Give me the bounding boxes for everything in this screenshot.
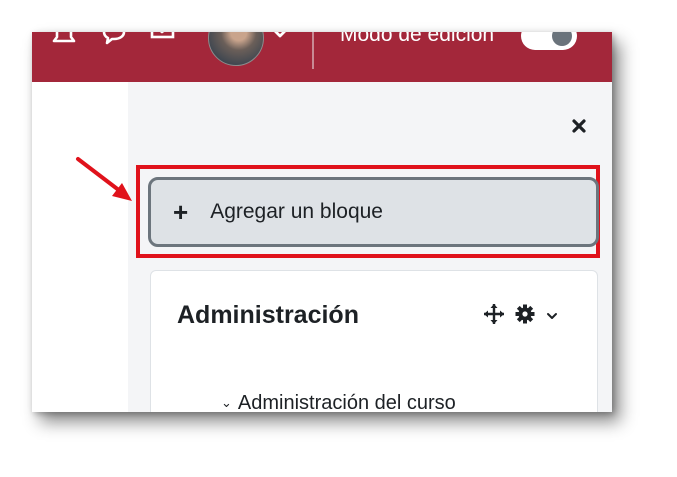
administration-block: Administración ⌄ Administración del curs… bbox=[150, 270, 598, 412]
user-avatar[interactable] bbox=[208, 32, 264, 66]
chat-icon[interactable] bbox=[101, 32, 127, 48]
block-controls bbox=[483, 303, 559, 330]
mail-icon[interactable] bbox=[149, 32, 175, 48]
chevron-down-icon[interactable] bbox=[545, 308, 559, 326]
plus-icon: + bbox=[173, 197, 189, 227]
navbar-divider bbox=[312, 32, 314, 69]
add-block-label: Agregar un bloque bbox=[210, 200, 383, 223]
chevron-down-icon[interactable] bbox=[272, 32, 288, 44]
move-icon[interactable] bbox=[483, 303, 505, 330]
course-admin-label: Administración del curso bbox=[237, 392, 456, 412]
edit-mode-label: Modo de edición bbox=[340, 32, 495, 46]
page-content-area bbox=[32, 82, 128, 412]
screenshot-frame: Modo de edición + Agregar un bloque Admi… bbox=[32, 32, 612, 412]
edit-mode-toggle[interactable] bbox=[521, 32, 577, 50]
add-block-button[interactable]: + Agregar un bloque bbox=[148, 177, 599, 247]
annotation-arrow-icon bbox=[76, 157, 132, 201]
toggle-knob bbox=[552, 32, 572, 46]
chevron-down-icon: ⌄ bbox=[221, 395, 232, 410]
block-title: Administración bbox=[177, 301, 359, 329]
gear-icon[interactable] bbox=[515, 304, 535, 329]
bell-icon[interactable] bbox=[51, 32, 77, 48]
close-icon[interactable] bbox=[569, 116, 589, 136]
top-navbar: Modo de edición bbox=[32, 32, 612, 82]
course-admin-link[interactable]: ⌄ Administración del curso bbox=[221, 392, 456, 412]
